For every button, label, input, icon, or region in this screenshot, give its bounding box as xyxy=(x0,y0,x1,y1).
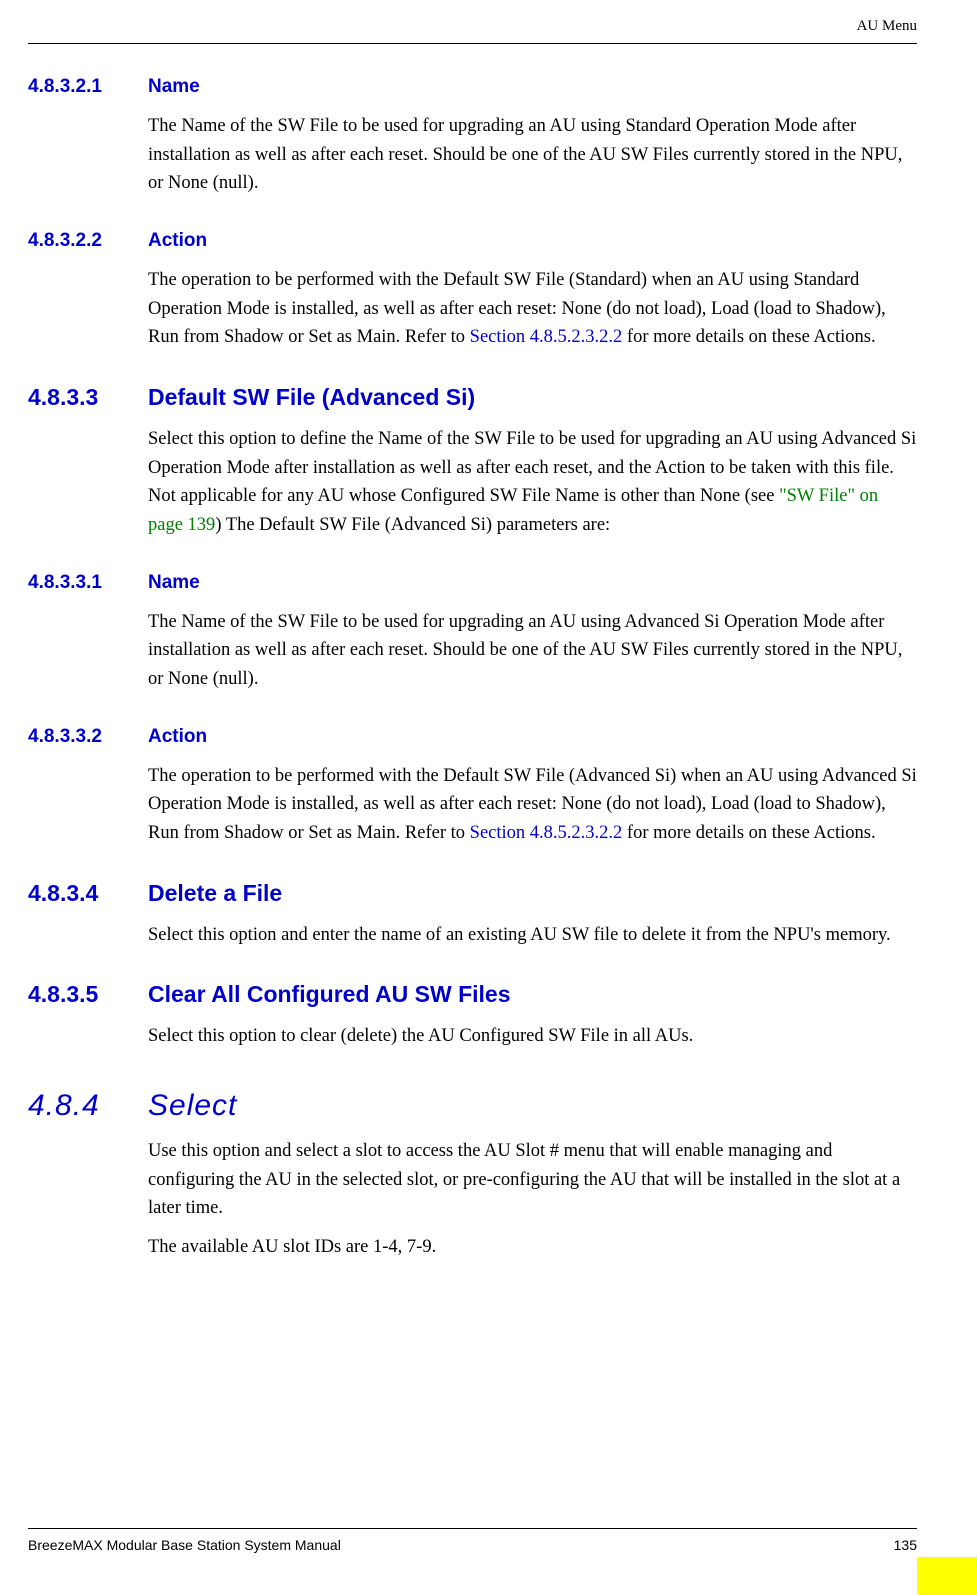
body-text: The Name of the SW File to be used for u… xyxy=(148,608,917,694)
section-title: Clear All Configured AU SW Files xyxy=(148,981,511,1008)
section-title: Action xyxy=(148,726,207,748)
section-number: 4.8.4 xyxy=(28,1089,148,1123)
cross-reference-link[interactable]: Section 4.8.5.2.3.2.2 xyxy=(470,823,623,843)
body-text: Select this option to clear (delete) the… xyxy=(148,1022,917,1051)
section-number: 4.8.3.3 xyxy=(28,384,148,411)
page-marker xyxy=(917,1557,977,1595)
body-text: The Name of the SW File to be used for u… xyxy=(148,112,917,198)
section-4-8-3-3-1: 4.8.3.3.1 Name xyxy=(28,572,917,594)
section-4-8-4: 4.8.4 Select xyxy=(28,1089,917,1123)
section-4-8-3-3: 4.8.3.3 Default SW File (Advanced Si) xyxy=(28,384,917,411)
section-4-8-3-5: 4.8.3.5 Clear All Configured AU SW Files xyxy=(28,981,917,1008)
section-title: Action xyxy=(148,230,207,252)
cross-reference-link[interactable]: Section 4.8.5.2.3.2.2 xyxy=(470,327,623,347)
page-footer: BreezeMAX Modular Base Station System Ma… xyxy=(28,1528,917,1553)
footer-manual-title: BreezeMAX Modular Base Station System Ma… xyxy=(28,1537,341,1553)
footer-page-number: 135 xyxy=(894,1537,917,1553)
section-4-8-3-2-1: 4.8.3.2.1 Name xyxy=(28,76,917,98)
section-4-8-3-3-2: 4.8.3.3.2 Action xyxy=(28,726,917,748)
section-number: 4.8.3.5 xyxy=(28,981,148,1008)
body-text: Select this option to define the Name of… xyxy=(148,425,917,540)
section-title: Name xyxy=(148,572,200,594)
section-number: 4.8.3.3.2 xyxy=(28,726,148,748)
yellow-marker-icon xyxy=(917,1557,977,1595)
section-4-8-3-4: 4.8.3.4 Delete a File xyxy=(28,880,917,907)
body-text: Select this option and enter the name of… xyxy=(148,921,917,950)
body-text: The operation to be performed with the D… xyxy=(148,762,917,848)
section-number: 4.8.3.2.2 xyxy=(28,230,148,252)
body-text: The available AU slot IDs are 1-4, 7-9. xyxy=(148,1233,917,1262)
section-number: 4.8.3.4 xyxy=(28,880,148,907)
section-title: Delete a File xyxy=(148,880,282,907)
section-number: 4.8.3.2.1 xyxy=(28,76,148,98)
section-4-8-3-2-2: 4.8.3.2.2 Action xyxy=(28,230,917,252)
text-post: for more details on these Actions. xyxy=(622,327,875,347)
text-post: for more details on these Actions. xyxy=(622,823,875,843)
section-title: Select xyxy=(148,1089,237,1123)
section-title: Default SW File (Advanced Si) xyxy=(148,384,475,411)
body-text: The operation to be performed with the D… xyxy=(148,266,917,352)
section-title: Name xyxy=(148,76,200,98)
section-number: 4.8.3.3.1 xyxy=(28,572,148,594)
page-header: AU Menu xyxy=(28,18,917,44)
body-text: Use this option and select a slot to acc… xyxy=(148,1137,917,1223)
text-post: ) The Default SW File (Advanced Si) para… xyxy=(215,515,610,535)
